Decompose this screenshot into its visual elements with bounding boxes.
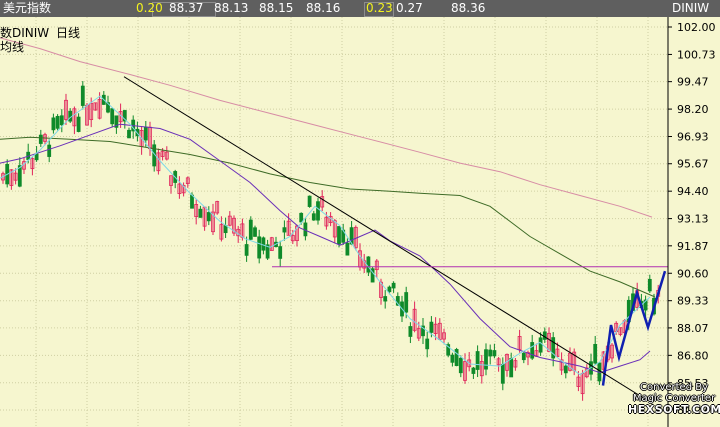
- candle-down: [311, 213, 316, 221]
- candle-down: [454, 349, 459, 367]
- watermark-line-1: Converted By: [640, 382, 708, 393]
- candle-down: [198, 208, 203, 218]
- indicator-lines: [0, 37, 668, 402]
- quote-percent: 0.27: [396, 1, 423, 15]
- candle-down: [278, 246, 283, 259]
- y-tick-label: 86.80: [677, 349, 709, 362]
- candle-down: [127, 129, 131, 139]
- indicator-label: 均线: [0, 40, 25, 54]
- candle-down: [647, 278, 652, 292]
- candle-down: [404, 292, 409, 313]
- candle-down: [500, 363, 505, 384]
- y-tick-label: 90.60: [677, 267, 709, 280]
- candle-down: [366, 256, 371, 273]
- candle-down: [80, 85, 85, 106]
- candle-down: [475, 351, 480, 370]
- quote-change-2: 0.23: [366, 1, 393, 15]
- chart-period: 日线: [56, 26, 81, 40]
- candle-down: [509, 358, 514, 378]
- candle-down: [34, 153, 39, 161]
- candle-down: [282, 227, 287, 233]
- candle-down: [471, 367, 476, 374]
- candle-down: [542, 331, 547, 340]
- series-ma-mid: [0, 123, 651, 374]
- candle-down: [484, 349, 488, 370]
- quote-last: 88.36: [451, 1, 486, 15]
- candle-down: [38, 134, 43, 144]
- candle-down: [257, 236, 262, 259]
- series-ma-short: [0, 95, 651, 376]
- candle-down: [261, 237, 266, 251]
- candle-down: [190, 194, 194, 209]
- candle-down: [17, 165, 22, 187]
- candle-down: [59, 115, 64, 126]
- quote-header: 美元指数 0.20 88.37 88.13 88.15 88.16 0.23 0…: [0, 0, 720, 17]
- candle-down: [68, 110, 73, 122]
- candle-down: [408, 326, 413, 337]
- candlestick-chart: 102.00 100.73 99.47 98.20 96.93 95.67 94.40 93.…: [0, 17, 716, 427]
- candle-down: [143, 126, 148, 141]
- candle-down: [383, 296, 388, 302]
- y-tick-label: 88.07: [677, 322, 709, 335]
- candle-down: [458, 357, 463, 374]
- series-ma-very-long: [0, 37, 653, 218]
- watermark: Converted By Magic Converter HEXSOFT.COM: [628, 382, 720, 415]
- y-tick-label: 100.73: [677, 48, 716, 61]
- y-tick-label: 94.40: [677, 185, 709, 198]
- candle-down: [337, 226, 341, 245]
- candle-down: [563, 365, 568, 374]
- candle-down: [450, 354, 455, 363]
- quote-low: 88.15: [259, 1, 294, 15]
- chart-window: 美元指数 0.20 88.37 88.13 88.15 88.16 0.23 0…: [0, 0, 720, 427]
- candle-down: [316, 201, 320, 221]
- quote-high: 88.13: [214, 1, 249, 15]
- candle-down: [206, 212, 211, 222]
- candle-down: [110, 108, 115, 125]
- instrument-title: 美元指数: [3, 1, 52, 15]
- candle-down: [76, 116, 81, 132]
- candle-down: [391, 282, 396, 289]
- candle-down: [593, 343, 598, 364]
- candle-down: [387, 286, 392, 293]
- candle-down: [51, 117, 56, 131]
- candle-down: [253, 227, 257, 237]
- candle-down: [425, 338, 430, 350]
- y-tick-label: 99.47: [677, 76, 709, 89]
- candle-down: [223, 225, 228, 234]
- candle-down: [538, 337, 543, 353]
- candle-down: [307, 195, 312, 207]
- candle-down: [429, 321, 434, 333]
- quote-change: 0.20: [136, 1, 163, 15]
- quote-open: 88.37: [169, 1, 204, 15]
- candle-down: [530, 342, 535, 359]
- y-tick-label: 96.93: [677, 131, 709, 144]
- y-tick-label: 93.13: [677, 213, 709, 226]
- y-tick-label: 102.00: [677, 21, 716, 34]
- candle-down: [345, 242, 350, 256]
- candle-down: [488, 349, 493, 357]
- y-tick-label: 89.33: [677, 295, 709, 308]
- candle-down: [492, 350, 497, 357]
- symbol-code: DINIW: [672, 1, 710, 15]
- candle-down: [55, 115, 60, 129]
- candle-down: [47, 144, 52, 157]
- watermark-line-3: HEXSOFT.COM: [628, 403, 720, 416]
- y-tick-label: 95.67: [677, 158, 709, 171]
- series-trendline: [123, 76, 649, 402]
- y-tick-label: 91.87: [677, 240, 709, 253]
- quote-close: 88.16: [306, 1, 341, 15]
- candle-down: [248, 219, 253, 240]
- candle-down: [244, 244, 249, 256]
- candle-down: [299, 212, 304, 223]
- y-axis: 102.00 100.73 99.47 98.20 96.93 95.67 94.40 93.…: [667, 17, 716, 427]
- candle-down: [521, 352, 526, 361]
- y-tick-label: 98.20: [677, 103, 709, 116]
